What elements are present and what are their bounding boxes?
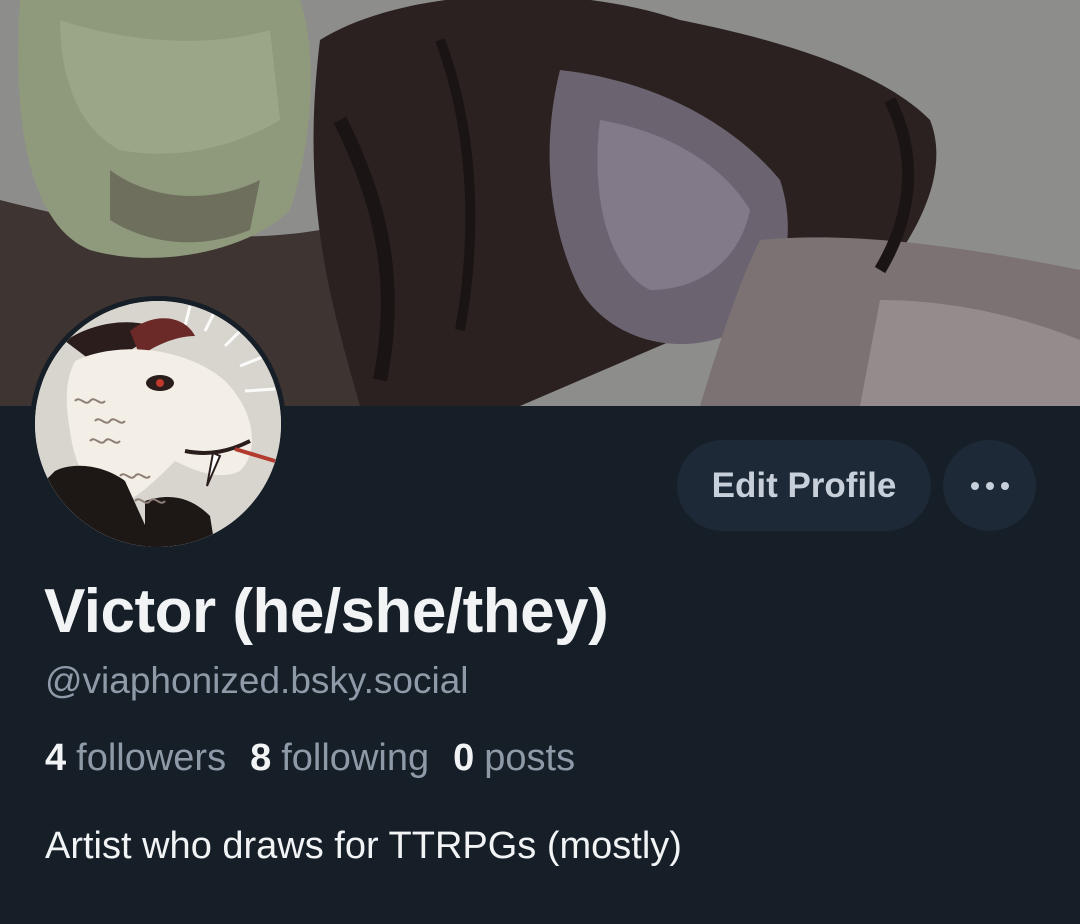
posts-label: posts	[484, 737, 576, 779]
more-options-button[interactable]	[943, 440, 1036, 531]
edit-profile-button[interactable]: Edit Profile	[677, 440, 931, 531]
following-label: following	[281, 737, 430, 779]
following-stat[interactable]: 8 following	[250, 737, 429, 780]
more-horizontal-icon	[970, 481, 1009, 490]
followers-count: 4	[45, 737, 67, 779]
avatar-image	[35, 301, 281, 547]
profile-page: Edit Profile Victor (he/she/they) @viaph…	[0, 0, 1080, 924]
avatar-artwork	[35, 301, 281, 547]
profile-stats: 4 followers 8 following 0 posts	[45, 737, 575, 780]
followers-label: followers	[76, 737, 227, 779]
posts-count: 0	[453, 737, 475, 779]
avatar[interactable]	[30, 296, 286, 552]
followers-stat[interactable]: 4 followers	[45, 737, 226, 780]
edit-profile-label: Edit Profile	[711, 465, 897, 505]
posts-stat: 0 posts	[453, 737, 575, 780]
profile-handle: @viaphonized.bsky.social	[45, 660, 469, 701]
following-count: 8	[250, 737, 272, 779]
display-name: Victor (he/she/they)	[44, 577, 609, 646]
profile-bio: Artist who draws for TTRPGs (mostly)	[45, 825, 682, 867]
